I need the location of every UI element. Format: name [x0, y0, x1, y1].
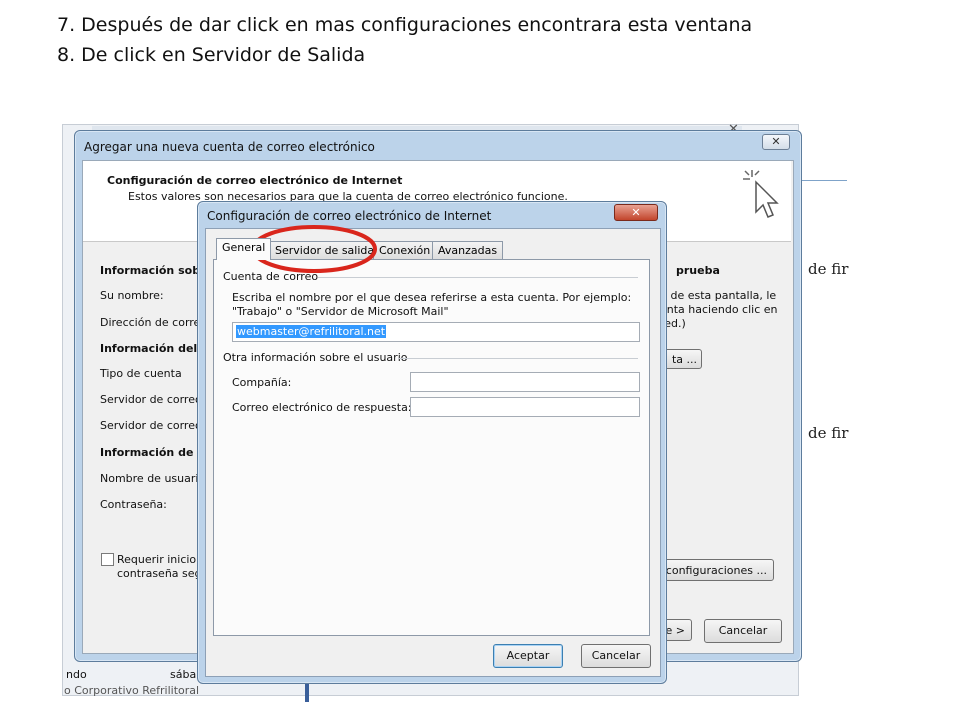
more-settings-button[interactable]: s configuraciones ... — [652, 559, 774, 581]
group-other-info: Otra información sobre el usuario — [223, 351, 408, 364]
checkbox-label-line1: Requerir inicio d — [117, 553, 207, 566]
instructions-line2: "Trabajo" o "Servidor de Microsoft Mail" — [232, 305, 449, 318]
background-text-fragment: de fir — [808, 260, 849, 278]
ok-button[interactable]: Aceptar — [493, 644, 563, 668]
test-settings-title: prueba — [676, 264, 720, 277]
cursor-icon — [743, 170, 779, 218]
background-company-text: o Corporativo Refrilitoral — [64, 684, 200, 697]
label-username: Nombre de usuario: — [100, 472, 209, 485]
require-spa-checkbox[interactable] — [101, 553, 114, 566]
internet-settings-title: Configuración de correo electrónico de I… — [207, 209, 492, 223]
slide-step-8: 8. De click en Servidor de Salida — [57, 44, 366, 66]
inner-close-icon[interactable]: ✕ — [614, 204, 658, 221]
background-rule — [797, 180, 847, 181]
slide-step-7: 7. Después de dar click en mas configura… — [57, 14, 753, 36]
label-name: Su nombre: — [100, 289, 164, 302]
test-settings-text: enta haciendo clic en — [660, 303, 778, 316]
test-settings-text: n de esta pantalla, le — [660, 289, 777, 302]
section-user-info: Información sob — [100, 264, 201, 277]
outer-close-icon[interactable]: ✕ — [762, 134, 790, 150]
label-reply-email: Correo electrónico de respuesta: — [232, 401, 412, 414]
background-text-fragment: de fir — [808, 424, 849, 442]
group-divider — [318, 277, 638, 278]
section-server-info: Información del — [100, 342, 198, 355]
account-name-value[interactable]: webmaster@refrilitoral.net — [236, 325, 387, 338]
tab-advanced[interactable]: Avanzadas — [432, 241, 504, 260]
section-logon-info: Información de i — [100, 446, 202, 459]
instructions-line1: Escriba el nombre por el que desea refer… — [232, 291, 632, 304]
add-account-title: Agregar una nueva cuenta de correo elect… — [84, 140, 375, 154]
label-password: Contraseña: — [100, 498, 167, 511]
checkbox-label-line2: contraseña segu — [117, 567, 209, 580]
label-outgoing-server: Servidor de correo — [100, 419, 202, 432]
label-email: Dirección de correo — [100, 316, 208, 329]
label-company: Compañía: — [232, 376, 292, 389]
tab-connection[interactable]: Conexión — [373, 241, 437, 260]
background-text-fragment: ndo — [66, 668, 87, 681]
label-account-type: Tipo de cuenta — [100, 367, 182, 380]
company-input[interactable] — [410, 372, 640, 392]
background-text-fragment: sába — [170, 668, 197, 681]
header-title: Configuración de correo electrónico de I… — [107, 174, 403, 187]
tab-general[interactable]: General — [216, 238, 272, 260]
group-divider — [398, 358, 638, 359]
outer-cancel-button[interactable]: Cancelar — [704, 619, 782, 643]
inner-cancel-button[interactable]: Cancelar — [581, 644, 651, 668]
reply-email-input[interactable] — [410, 397, 640, 417]
label-incoming-server: Servidor de correo — [100, 393, 202, 406]
